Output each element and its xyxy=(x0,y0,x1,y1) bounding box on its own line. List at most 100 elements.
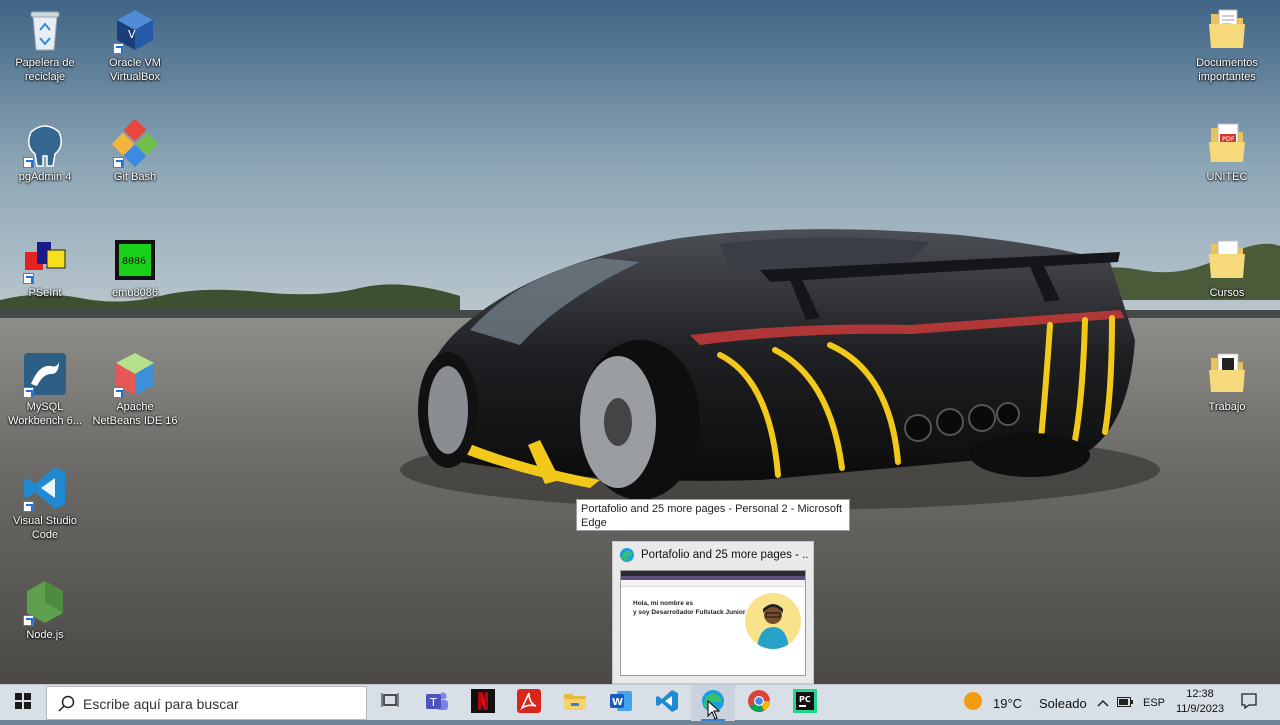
desktop-icon-label: Visual Studio Code xyxy=(12,515,77,541)
desktop-icon-label: PSeInt xyxy=(28,287,62,299)
notifications-button[interactable] xyxy=(1234,685,1264,721)
desktop-icon-label: Git Bash xyxy=(113,171,157,183)
desktop-icon-label: Cursos xyxy=(1209,287,1245,299)
desktop-icon-documentos-importantes[interactable]: Documentos importantes xyxy=(1184,6,1270,84)
svg-text:W: W xyxy=(612,697,623,708)
desktop-icon-nodejs[interactable]: Node.js xyxy=(2,578,88,642)
virtualbox-icon: V xyxy=(111,6,159,54)
netbeans-cube-icon xyxy=(111,350,159,398)
shortcut-arrow-icon xyxy=(113,387,124,398)
desktop-icon-label: pgAdmin 4 xyxy=(18,171,72,183)
desktop-icon-emu8086[interactable]: 8086 emu8086 xyxy=(92,236,178,300)
desktop-icon-label: Trabajo xyxy=(1208,401,1246,413)
folder-trabajo-icon xyxy=(1203,350,1251,398)
shortcut-arrow-icon xyxy=(23,273,34,284)
pycharm-icon: PC xyxy=(793,688,817,718)
pdf-badge: PDF xyxy=(1222,135,1235,143)
shortcut-arrow-icon xyxy=(23,615,34,626)
taskbar-file-explorer[interactable] xyxy=(553,685,597,721)
taskbar-clock[interactable]: 12:38 11/9/2023 xyxy=(1170,687,1230,717)
desktop-icon-cursos[interactable]: Cursos xyxy=(1184,236,1270,300)
desktop-icon-label: Apache NetBeans IDE 16 xyxy=(92,401,178,427)
taskbar-vscode[interactable] xyxy=(645,685,689,721)
emu8086-chip-icon: 8086 xyxy=(111,236,159,284)
desktop-icon-recycle-bin[interactable]: Papelera de reciclaje xyxy=(2,6,88,84)
desktop-icon-label: Papelera de reciclaje xyxy=(15,57,75,83)
taskbar-task-view[interactable] xyxy=(368,685,412,721)
desktop-icon-label: Oracle VM VirtualBox xyxy=(109,57,161,83)
chip-text: 8086 xyxy=(122,256,146,267)
desktop-icon-label: Node.js xyxy=(26,629,64,641)
shortcut-arrow-icon xyxy=(113,157,124,168)
pgadmin-elephant-icon xyxy=(21,120,69,168)
mysql-workbench-icon xyxy=(21,350,69,398)
netflix-icon xyxy=(471,688,495,718)
notification-icon xyxy=(1240,692,1258,715)
desktop-icon-unitec[interactable]: PDF UNITEC xyxy=(1184,120,1270,184)
weather-widget-icon-area[interactable] xyxy=(958,685,988,721)
shortcut-arrow-icon xyxy=(23,387,34,398)
word-icon: W xyxy=(609,689,633,718)
weather-condition[interactable]: Soleado xyxy=(1039,685,1087,721)
desktop-icon-label: emu8086 xyxy=(112,287,158,299)
shortcut-arrow-icon xyxy=(23,157,34,168)
preview-thumbnail[interactable]: Hola, mi nombre es y soy Desarrollador F… xyxy=(620,570,806,676)
start-button[interactable] xyxy=(0,685,46,721)
taskbar-search-box[interactable]: Escribe aquí para buscar xyxy=(46,686,367,720)
vscode-icon xyxy=(655,689,679,718)
taskbar-pycharm[interactable]: PC xyxy=(783,685,827,721)
svg-text:T: T xyxy=(429,696,437,709)
desktop-icon-vscode[interactable]: Visual Studio Code xyxy=(2,464,88,542)
chevron-up-icon xyxy=(1097,694,1109,712)
desktop-icon-mysql-workbench[interactable]: MySQL Workbench 6... xyxy=(2,350,88,428)
sun-icon xyxy=(963,691,983,716)
desktop-icon-label: Documentos importantes xyxy=(1196,57,1258,83)
thumb-avatar xyxy=(745,593,801,649)
pdf-folder-icon: PDF xyxy=(1203,120,1251,168)
desktop-icon-git-bash[interactable]: Git Bash xyxy=(92,118,178,184)
acrobat-icon xyxy=(517,688,541,718)
taskbar-acrobat[interactable] xyxy=(507,685,551,721)
pseint-icon xyxy=(21,236,69,284)
taskbar: Escribe aquí para buscar T W PC 19°C Sol… xyxy=(0,684,1280,721)
thumb-heading: Hola, mi nombre es y soy Desarrollador F… xyxy=(633,600,746,616)
battery-button[interactable] xyxy=(1114,685,1136,721)
taskbar-tooltip: Portafolio and 25 more pages - Personal … xyxy=(576,499,850,531)
taskbar-chrome[interactable] xyxy=(737,685,781,721)
taskbar-teams[interactable]: T xyxy=(415,685,459,721)
file-explorer-icon xyxy=(563,690,587,717)
teams-icon: T xyxy=(425,689,449,718)
taskbar-netflix[interactable] xyxy=(461,685,505,721)
folder-document-icon xyxy=(1203,6,1251,54)
shortcut-arrow-icon xyxy=(23,501,34,512)
vscode-icon xyxy=(21,464,69,512)
folder-icon xyxy=(1203,236,1251,284)
search-icon xyxy=(57,695,75,718)
desktop-icon-pgadmin[interactable]: pgAdmin 4 xyxy=(2,120,88,184)
svg-text:V: V xyxy=(128,28,136,41)
battery-icon xyxy=(1117,694,1133,712)
preview-title: Portafolio and 25 more pages - ... xyxy=(641,549,809,561)
desktop-icon-pseint[interactable]: PSeInt xyxy=(2,236,88,300)
language-indicator[interactable]: ESP xyxy=(1143,685,1165,721)
nodejs-hexagon-icon xyxy=(21,578,69,626)
desktop-icon-trabajo[interactable]: Trabajo xyxy=(1184,350,1270,414)
task-view-icon xyxy=(381,692,399,715)
desktop-icon-netbeans[interactable]: Apache NetBeans IDE 16 xyxy=(92,350,178,428)
weather-temperature[interactable]: 19°C xyxy=(993,685,1022,721)
desktop-icon-label: UNITEC xyxy=(1206,171,1248,183)
clock-date: 11/9/2023 xyxy=(1175,703,1225,715)
search-placeholder: Escribe aquí para buscar xyxy=(83,696,239,712)
edge-icon xyxy=(619,547,635,563)
git-bash-icon xyxy=(111,118,159,168)
taskbar-word[interactable]: W xyxy=(599,685,643,721)
clock-time: 12:38 xyxy=(1186,688,1214,700)
show-hidden-icons-button[interactable] xyxy=(1092,685,1114,721)
tooltip-text: Portafolio and 25 more pages - Personal … xyxy=(581,503,843,529)
recycle-bin-icon xyxy=(21,6,69,54)
edge-thumbnail-preview[interactable]: Portafolio and 25 more pages - ... Hola,… xyxy=(612,541,814,684)
mouse-cursor-icon xyxy=(707,699,721,725)
windows-logo-icon xyxy=(15,692,31,714)
preview-title-bar: Portafolio and 25 more pages - ... xyxy=(619,547,809,565)
desktop-icon-virtualbox[interactable]: V Oracle VM VirtualBox xyxy=(92,6,178,84)
